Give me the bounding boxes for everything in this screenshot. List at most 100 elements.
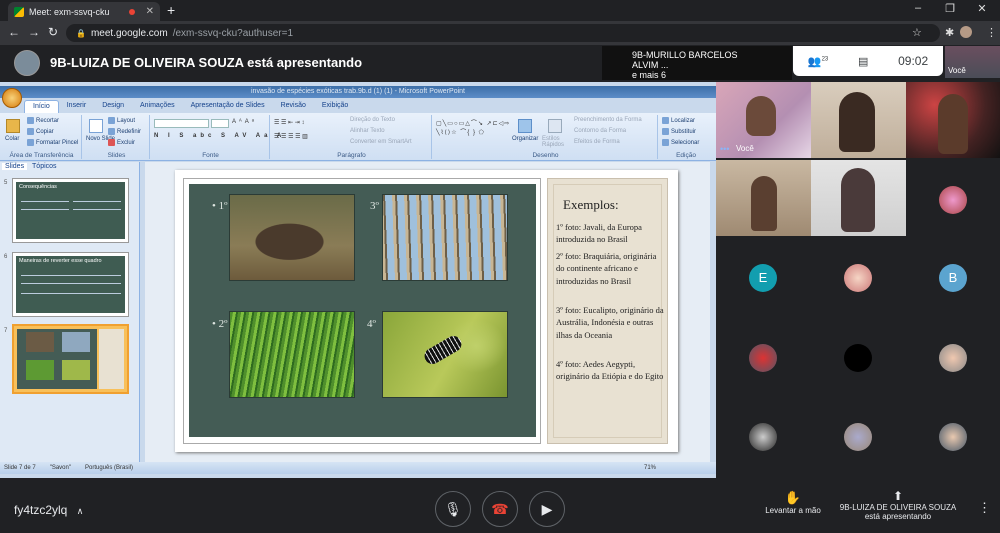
thumbnail-text-line [73, 201, 121, 202]
font-grow-shrink-buttons[interactable]: AᴬAᵃ [232, 119, 257, 125]
scissors-icon [27, 117, 34, 124]
tab-inicio[interactable]: Início [24, 100, 59, 113]
select-button[interactable]: Selecionar [662, 139, 699, 146]
participant-avatar-e[interactable]: E [749, 264, 777, 292]
group-label: Área de Transferência [9, 152, 74, 159]
panel-tab-slides[interactable]: Slides [2, 163, 28, 170]
align-buttons[interactable]: ☰ ☰ ☰ ☰ ▥ [274, 133, 308, 140]
select-label: Selecionar [671, 140, 700, 147]
replace-button[interactable]: Substituir [662, 128, 696, 135]
pinned-participant-card[interactable]: 9B-MURILLO BARCELOS ALVIM ... e mais 6 [602, 46, 792, 80]
forward-button[interactable]: → [28, 25, 40, 39]
self-preview-tile[interactable]: Você [945, 46, 1000, 78]
new-slide-icon[interactable] [89, 119, 103, 133]
new-tab-button[interactable]: + [167, 2, 175, 18]
close-tab-icon[interactable]: ✕ [146, 6, 154, 17]
meeting-code[interactable]: fy4tzc2ylq ∧ [14, 503, 83, 517]
close-window-button[interactable]: ✕ [968, 2, 996, 15]
camera-button[interactable]: ▶ [529, 491, 565, 527]
thumbnail-title: Maneiras de reverter esse quadro [19, 258, 102, 264]
participant-avatar[interactable] [939, 423, 967, 451]
address-bar[interactable]: 🔒 meet.google.com/exm-ssvq-cku?authuser=… [66, 24, 940, 42]
arrange-button[interactable]: Organizar [512, 136, 538, 142]
font-style-buttons[interactable]: N I S abc S AV Aa A [154, 133, 285, 139]
thumbnail-photo [26, 332, 54, 352]
slide-thumbnail-selected[interactable] [12, 324, 129, 394]
participant-avatar-b[interactable]: B [939, 264, 967, 292]
participant-avatar[interactable] [939, 186, 967, 214]
people-icon[interactable]: 👥23 [808, 55, 828, 68]
font-name-input[interactable] [154, 119, 209, 128]
chat-icon[interactable]: ▤ [858, 55, 868, 68]
shape-fill-button[interactable]: Preenchimento da Forma [574, 117, 642, 123]
tab-revisao[interactable]: Revisão [273, 100, 314, 113]
brush-icon [27, 139, 34, 146]
participant-avatar[interactable] [749, 423, 777, 451]
smartart-button[interactable]: Converter em SmartArt [350, 139, 412, 145]
list-buttons[interactable]: ☰ ☰ ⇤ ⇥ ↕ [274, 119, 304, 126]
participant-avatar[interactable] [844, 423, 872, 451]
participants-count: 23 [821, 55, 829, 62]
text-direction-button[interactable]: Direção do Texto [350, 117, 395, 123]
tab-design[interactable]: Design [94, 100, 132, 113]
reset-icon [108, 128, 115, 135]
office-button-icon[interactable] [2, 88, 22, 108]
chevron-up-icon[interactable]: ∧ [77, 506, 84, 516]
tab-apresentacao[interactable]: Apresentação de Slides [183, 100, 273, 113]
participant-avatar[interactable] [749, 344, 777, 372]
leave-call-button[interactable]: ☎ [482, 491, 518, 527]
participant-tile[interactable] [906, 82, 1000, 158]
slide-counter: Slide 7 de 7 [4, 465, 36, 471]
arrange-icon[interactable] [518, 119, 532, 133]
slide-thumbnail[interactable]: Consequências [12, 178, 129, 243]
microphone-button[interactable]: 🎙 [435, 491, 471, 527]
align-text-button[interactable]: Alinhar Texto [350, 128, 385, 134]
participant-avatar[interactable] [844, 264, 872, 292]
tab-inserir[interactable]: Inserir [59, 100, 94, 113]
profile-avatar[interactable] [960, 26, 972, 38]
bookmark-star-icon[interactable]: ☆ [912, 26, 922, 39]
meet-favicon-icon [14, 6, 24, 17]
delete-slide-button[interactable]: Excluir [108, 139, 135, 146]
panel-tab-topics[interactable]: Tópicos [29, 163, 60, 170]
maximize-button[interactable]: ❐ [936, 2, 964, 15]
person-silhouette [746, 96, 776, 136]
back-button[interactable]: ← [8, 25, 20, 39]
cut-button[interactable]: Recortar [27, 117, 59, 124]
quick-styles-icon[interactable] [548, 119, 562, 133]
paste-icon[interactable] [6, 119, 20, 133]
paste-button[interactable]: Colar [5, 136, 19, 142]
shapes-gallery[interactable]: ▢╲▭○▭△⌒↘ ↗⊏◁⇨ ╲⌇⟨⟩☆ ⌒{ } ⬠ [436, 118, 510, 136]
more-options-icon[interactable]: ⋮ [978, 500, 991, 516]
presentation-button[interactable]: ⬆ 9B-LUIZA DE OLIVEIRA SOUZA está aprese… [836, 489, 960, 521]
shape-effects-button[interactable]: Efeitos de Forma [574, 139, 620, 145]
reload-button[interactable]: ↻ [48, 25, 58, 39]
minimize-button[interactable]: – [904, 2, 932, 14]
audio-dots-icon: ••• [720, 144, 730, 154]
participant-tile-self[interactable]: Você ••• [716, 82, 811, 158]
thumbnail-text-line [21, 201, 69, 202]
layout-button[interactable]: Layout [108, 117, 135, 124]
browser-tab[interactable]: Meet: exm-ssvq-cku ✕ [8, 2, 160, 21]
extensions-icon[interactable]: ✱ [945, 26, 954, 39]
copy-button[interactable]: Copiar [27, 128, 54, 135]
slide-thumbnail[interactable]: Maneiras de reverter esse quadro [12, 252, 129, 317]
participant-avatar[interactable] [939, 344, 967, 372]
format-painter-button[interactable]: Formatar Pincel [27, 139, 78, 146]
participant-tile[interactable] [811, 160, 906, 236]
participant-avatar[interactable] [844, 344, 872, 372]
find-button[interactable]: Localizar [662, 117, 695, 124]
participant-tile[interactable] [716, 160, 811, 236]
shape-outline-button[interactable]: Contorno da Forma [574, 128, 626, 134]
tab-exibicao[interactable]: Exibição [314, 100, 356, 113]
reset-button[interactable]: Redefinir [108, 128, 141, 135]
zoom-level[interactable]: 71% [644, 465, 656, 471]
person-silhouette [841, 168, 875, 232]
participant-tile[interactable] [811, 82, 906, 158]
font-size-input[interactable] [211, 119, 229, 128]
raise-hand-button[interactable]: ✋ Levantar a mão [760, 490, 826, 515]
quick-styles-button[interactable]: Estilos Rápidos [542, 136, 572, 148]
recording-dot-icon [128, 8, 135, 15]
browser-menu-icon[interactable]: ⋮ [986, 26, 997, 39]
tab-animacoes[interactable]: Animações [132, 100, 183, 113]
